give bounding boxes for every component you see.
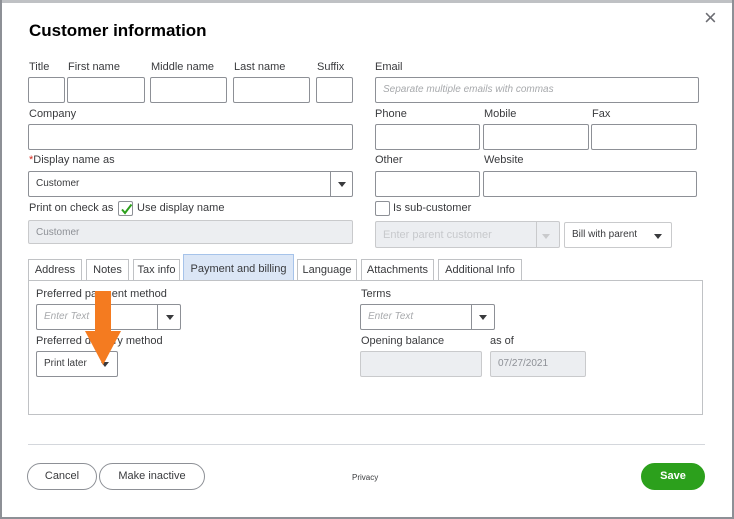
phone-label: Phone <box>375 108 407 120</box>
tab-language[interactable]: Language <box>297 259 357 280</box>
mobile-input[interactable] <box>483 124 589 150</box>
display-name-select[interactable]: Customer <box>28 171 353 197</box>
fax-label: Fax <box>592 108 611 120</box>
annotation-arrow-icon <box>85 291 121 365</box>
last-name-label: Last name <box>234 61 286 73</box>
print-on-check-label: Print on check as <box>29 202 114 214</box>
dialog-title: Customer information <box>29 21 207 40</box>
use-display-name-checkbox[interactable] <box>118 201 133 216</box>
suffix-input[interactable] <box>316 77 353 103</box>
bill-with-parent-chevron-icon[interactable] <box>654 234 662 239</box>
middle-name-input[interactable] <box>150 77 227 103</box>
website-label: Website <box>484 154 524 166</box>
close-icon[interactable]: × <box>704 7 722 29</box>
payment-divider <box>157 305 158 329</box>
save-button[interactable]: Save <box>641 463 705 490</box>
chevron-down-icon[interactable] <box>338 182 346 187</box>
email-input[interactable]: Separate multiple emails with commas <box>375 77 699 103</box>
payment-chevron-down-icon[interactable] <box>166 315 174 320</box>
other-label: Other <box>375 154 403 166</box>
opening-balance-label: Opening balance <box>361 335 445 347</box>
parent-customer-input[interactable]: Enter parent customer <box>375 221 560 248</box>
tab-additional-info[interactable]: Additional Info <box>438 259 522 280</box>
is-sub-customer-label: Is sub-customer <box>393 202 472 214</box>
mobile-label: Mobile <box>484 108 517 120</box>
make-inactive-button[interactable]: Make inactive <box>99 463 205 490</box>
terms-divider <box>471 305 472 329</box>
first-name-input[interactable] <box>67 77 145 103</box>
tab-address[interactable]: Address <box>28 259 82 280</box>
privacy-link[interactable]: Privacy <box>352 473 378 482</box>
first-name-label: First name <box>68 61 120 73</box>
cancel-button[interactable]: Cancel <box>27 463 97 490</box>
title-input[interactable] <box>28 77 65 103</box>
footer-divider <box>28 444 705 445</box>
fax-input[interactable] <box>591 124 697 150</box>
email-label: Email <box>375 61 403 73</box>
bill-with-parent-label: Bill with parent <box>572 229 638 240</box>
last-name-input[interactable] <box>233 77 310 103</box>
terms-select[interactable]: Enter Text <box>360 304 495 330</box>
parent-divider <box>536 222 537 247</box>
tab-payment-and-billing[interactable]: Payment and billing <box>183 254 294 281</box>
parent-chevron-down-icon <box>542 234 550 239</box>
website-input[interactable] <box>483 171 697 197</box>
company-label: Company <box>29 108 77 120</box>
title-label: Title <box>29 61 50 73</box>
use-display-name-label: Use display name <box>137 202 225 214</box>
as-of-label: as of <box>490 335 514 347</box>
company-input[interactable] <box>28 124 353 150</box>
tab-notes[interactable]: Notes <box>86 259 129 280</box>
other-input[interactable] <box>375 171 480 197</box>
window-top-strip <box>0 0 734 3</box>
display-name-label: Display name as <box>33 154 115 166</box>
preferred-delivery-value: Print later <box>44 358 87 369</box>
display-name-value: Customer <box>36 178 80 189</box>
tab-tax-info[interactable]: Tax info <box>133 259 180 280</box>
phone-input[interactable] <box>375 124 480 150</box>
window-left-edge <box>0 0 2 519</box>
opening-balance-input[interactable] <box>360 351 482 377</box>
tab-attachments[interactable]: Attachments <box>361 259 434 280</box>
display-name-label-wrap: *Display name as <box>29 154 115 166</box>
middle-name-label: Middle name <box>151 61 214 73</box>
terms-label: Terms <box>361 288 391 300</box>
is-sub-customer-checkbox[interactable] <box>375 201 390 216</box>
print-on-check-input[interactable]: Customer <box>28 220 353 244</box>
terms-chevron-down-icon[interactable] <box>479 315 487 320</box>
checkmark-icon <box>121 203 133 215</box>
as-of-date-input[interactable]: 07/27/2021 <box>490 351 586 377</box>
suffix-label: Suffix <box>317 61 345 73</box>
payment-billing-panel <box>28 280 703 415</box>
select-divider <box>330 172 331 196</box>
